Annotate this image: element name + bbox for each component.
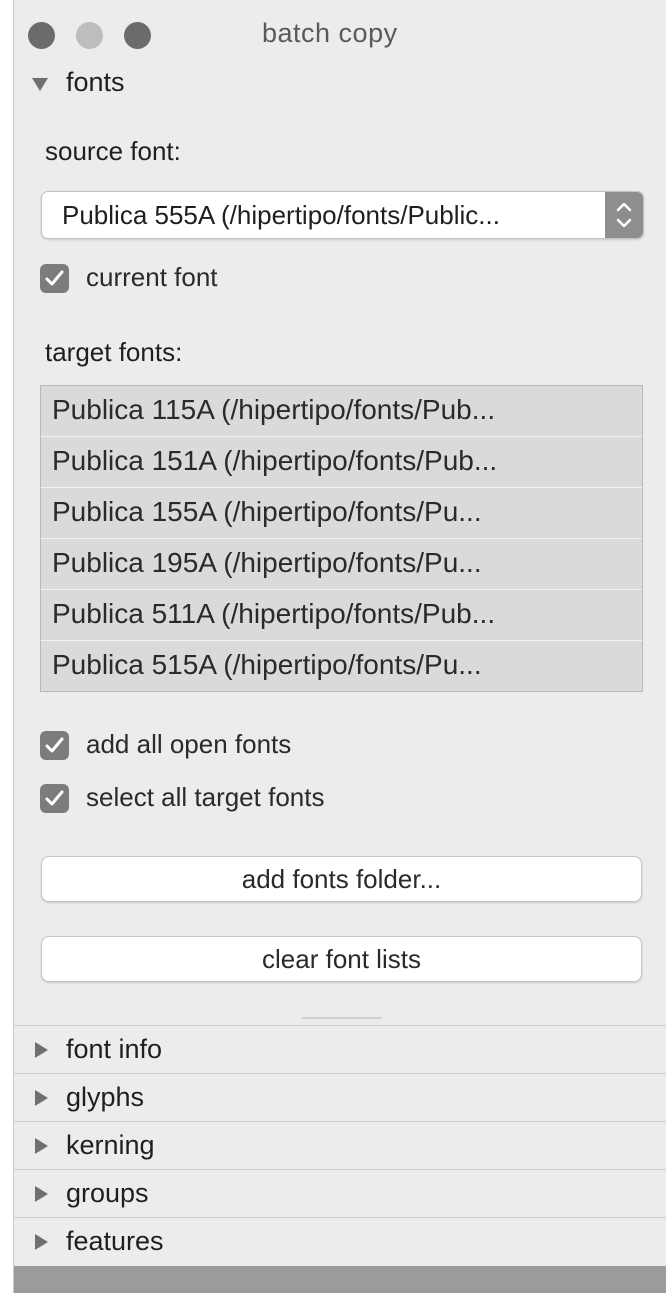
fonts-section-label: fonts xyxy=(66,67,125,97)
split-divider-handle[interactable] xyxy=(302,1017,382,1019)
list-item-label: Publica 515A (/hipertipo/fonts/Pu... xyxy=(52,649,482,680)
disclosure-right-icon xyxy=(35,1090,48,1106)
section-label: glyphs xyxy=(66,1082,145,1112)
add-fonts-folder-button[interactable]: add fonts folder... xyxy=(41,856,642,902)
list-item-label: Publica 195A (/hipertipo/fonts/Pu... xyxy=(52,547,482,578)
section-label: font info xyxy=(66,1034,163,1064)
current-font-checkbox[interactable] xyxy=(40,264,69,293)
target-fonts-label: target fonts: xyxy=(45,337,183,367)
list-item[interactable]: Publica 511A (/hipertipo/fonts/Pub... xyxy=(41,590,642,641)
section-header-groups[interactable]: groups xyxy=(14,1169,666,1218)
close-window-button[interactable] xyxy=(28,22,55,49)
disclosure-right-icon xyxy=(35,1186,48,1202)
section-label: groups xyxy=(66,1178,149,1208)
list-item-label: Publica 151A (/hipertipo/fonts/Pub... xyxy=(52,445,498,476)
list-item-label: Publica 115A (/hipertipo/fonts/Pub... xyxy=(52,394,496,425)
target-fonts-list[interactable]: Publica 115A (/hipertipo/fonts/Pub... Pu… xyxy=(40,385,643,692)
disclosure-down-icon xyxy=(32,78,48,91)
checkmark-icon xyxy=(45,737,64,753)
source-font-label: source font: xyxy=(45,136,181,166)
list-item-label: Publica 155A (/hipertipo/fonts/Pu... xyxy=(52,496,482,527)
disclosure-right-icon xyxy=(35,1138,48,1154)
section-label: features xyxy=(66,1226,164,1256)
list-item[interactable]: Publica 151A (/hipertipo/fonts/Pub... xyxy=(41,437,642,488)
select-all-target-fonts-label: select all target fonts xyxy=(86,782,325,812)
chevron-up-down-icon xyxy=(616,202,632,228)
section-header-glyphs[interactable]: glyphs xyxy=(14,1073,666,1122)
checkmark-icon xyxy=(45,790,64,806)
list-item-label: Publica 511A (/hipertipo/fonts/Pub... xyxy=(52,598,496,629)
select-all-target-fonts-checkbox[interactable] xyxy=(40,784,69,813)
add-all-open-fonts-label: add all open fonts xyxy=(86,729,292,759)
list-item[interactable]: Publica 195A (/hipertipo/fonts/Pu... xyxy=(41,539,642,590)
batch-copy-window: batch copy fonts source font: Publica 55… xyxy=(13,0,666,1293)
section-label: kerning xyxy=(66,1130,155,1160)
checkmark-icon xyxy=(45,270,64,286)
source-font-selected: Publica 555A (/hipertipo/fonts/Public... xyxy=(62,200,500,230)
list-item[interactable]: Publica 115A (/hipertipo/fonts/Pub... xyxy=(41,386,642,437)
current-font-label: current font xyxy=(86,262,218,292)
minimize-window-button[interactable] xyxy=(76,22,103,49)
title-bar[interactable]: batch copy xyxy=(14,0,666,68)
disclosure-right-icon xyxy=(35,1042,48,1058)
section-header-kerning[interactable]: kerning xyxy=(14,1121,666,1170)
popup-stepper[interactable] xyxy=(605,192,643,238)
bottom-bar xyxy=(14,1266,666,1293)
list-item[interactable]: Publica 155A (/hipertipo/fonts/Pu... xyxy=(41,488,642,539)
zoom-window-button[interactable] xyxy=(124,22,151,49)
list-item[interactable]: Publica 515A (/hipertipo/fonts/Pu... xyxy=(41,641,642,691)
disclosure-right-icon xyxy=(35,1234,48,1250)
section-header-font-info[interactable]: font info xyxy=(14,1025,666,1074)
add-all-open-fonts-checkbox[interactable] xyxy=(40,731,69,760)
section-header-features[interactable]: features xyxy=(14,1217,666,1266)
clear-font-lists-button[interactable]: clear font lists xyxy=(41,936,642,982)
source-font-popup[interactable]: Publica 555A (/hipertipo/fonts/Public... xyxy=(41,191,644,239)
window-title: batch copy xyxy=(262,18,398,48)
fonts-section-header[interactable]: fonts xyxy=(14,60,666,108)
